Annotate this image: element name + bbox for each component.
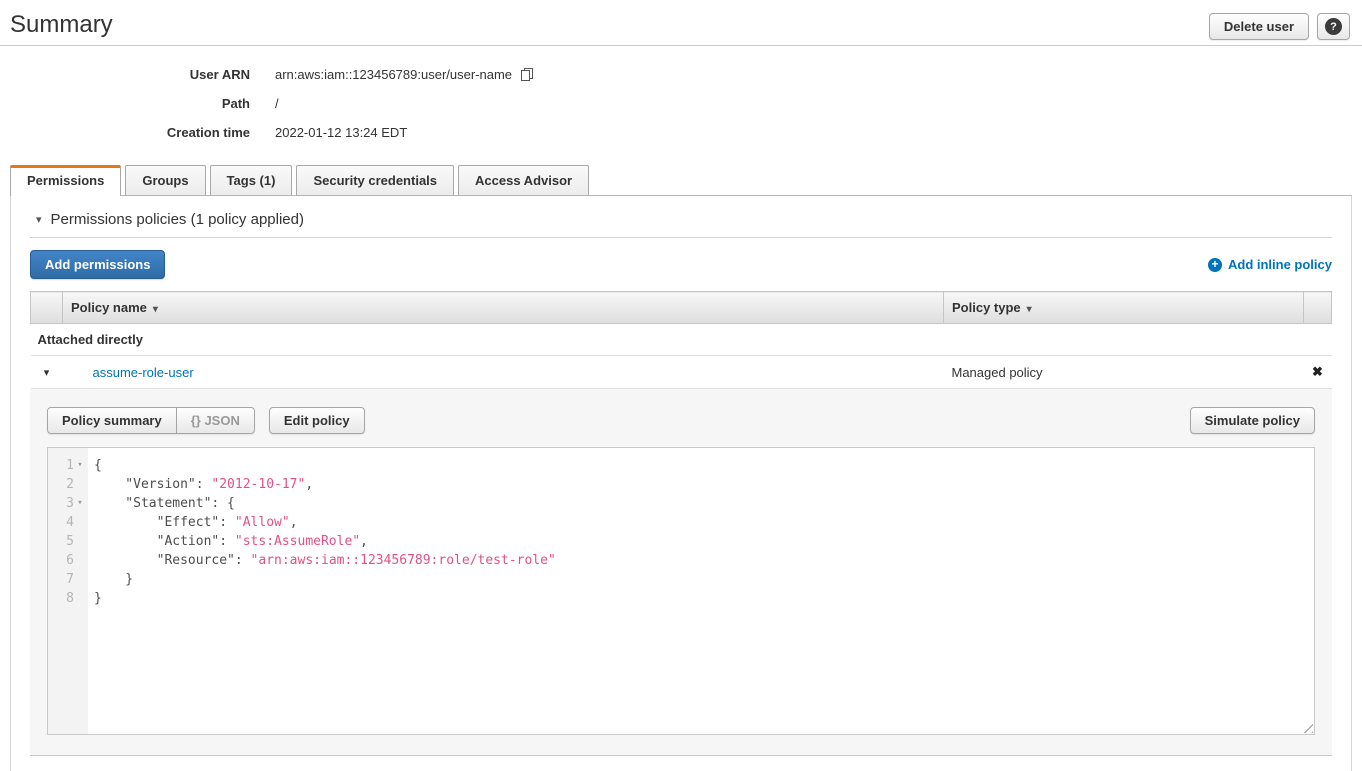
code-line: } [94, 589, 1314, 608]
question-mark-icon: ? [1325, 18, 1342, 35]
line-number: 5 [48, 532, 88, 551]
policy-detail-panel: Policy summary {} JSON Edit policy Simul… [30, 389, 1332, 756]
policy-row: ▾ assume-role-user Managed policy ✖ [31, 356, 1332, 389]
tab-access-advisor[interactable]: Access Advisor [458, 165, 589, 195]
path-label: Path [0, 96, 250, 111]
code-line: } [94, 570, 1314, 589]
line-number: 8 [48, 589, 88, 608]
page-title: Summary [10, 12, 1352, 38]
user-arn-label: User ARN [0, 67, 250, 82]
edit-policy-button[interactable]: Edit policy [269, 407, 365, 434]
tab-permissions[interactable]: Permissions [10, 165, 121, 196]
policy-table-header-row: Policy name ▾ Policy type ▾ [31, 292, 1332, 324]
line-number: 3▾ [48, 494, 88, 513]
json-editor-gutter: 1▾23▾45678 [48, 448, 88, 734]
policy-type-header-label: Policy type [952, 300, 1021, 315]
page-header: Summary Delete user ? [0, 0, 1362, 46]
add-inline-policy-link[interactable]: + Add inline policy [1208, 257, 1332, 272]
line-number: 4 [48, 513, 88, 532]
permissions-policies-title: Permissions policies (1 policy applied) [51, 211, 304, 228]
collapse-caret-icon: ▾ [36, 213, 42, 226]
fold-caret-icon[interactable]: ▾ [74, 494, 86, 513]
sort-caret-icon: ▾ [1027, 304, 1032, 315]
plus-circle-icon: + [1208, 258, 1222, 272]
creation-time-label: Creation time [0, 125, 250, 140]
policy-detail-buttons: Policy summary {} JSON Edit policy Simul… [47, 407, 1315, 434]
path-value: / [275, 96, 279, 111]
user-details: User ARN arn:aws:iam::123456789:user/use… [0, 46, 1362, 151]
line-number: 2 [48, 475, 88, 494]
policy-view-button-group: Policy summary {} JSON [47, 407, 255, 434]
line-number: 7 [48, 570, 88, 589]
json-editor[interactable]: 1▾23▾45678 { "Version": "2012-10-17", "S… [47, 447, 1315, 735]
delete-user-button[interactable]: Delete user [1209, 13, 1309, 40]
policy-type-value: Managed policy [944, 356, 1304, 389]
policy-name-column-header[interactable]: Policy name ▾ [63, 292, 944, 324]
policy-name-header-label: Policy name [71, 300, 147, 315]
tab-bar: Permissions Groups Tags (1) Security cre… [10, 165, 1352, 195]
field-row-user-arn: User ARN arn:aws:iam::123456789:user/use… [0, 62, 1362, 91]
code-line: "Version": "2012-10-17", [94, 475, 1314, 494]
user-arn-value: arn:aws:iam::123456789:user/user-name [275, 67, 535, 82]
tab-tags[interactable]: Tags (1) [210, 165, 293, 195]
json-view-button[interactable]: {} JSON [177, 407, 255, 434]
expand-column-header [31, 292, 63, 324]
policy-table: Policy name ▾ Policy type ▾ Attached direc… [30, 291, 1332, 389]
add-permissions-button[interactable]: Add permissions [30, 250, 165, 279]
policy-name-link[interactable]: assume-role-user [93, 365, 194, 380]
tab-groups[interactable]: Groups [125, 165, 205, 195]
group-header-row: Attached directly [31, 324, 1332, 356]
field-row-path: Path / [0, 91, 1362, 120]
policy-summary-button[interactable]: Policy summary [47, 407, 177, 434]
permissions-policies-section-header[interactable]: ▾ Permissions policies (1 policy applied… [30, 196, 1332, 238]
remove-policy-icon[interactable]: ✖ [1304, 356, 1332, 389]
line-number: 6 [48, 551, 88, 570]
creation-time-value: 2022-01-12 13:24 EDT [275, 125, 407, 140]
attached-directly-label: Attached directly [31, 324, 1332, 356]
help-button[interactable]: ? [1317, 13, 1350, 40]
fold-caret-icon[interactable]: ▾ [74, 456, 86, 475]
tab-security-credentials[interactable]: Security credentials [296, 165, 454, 195]
row-expand-caret-icon[interactable]: ▾ [31, 356, 63, 389]
code-line: { [94, 456, 1314, 475]
copy-icon[interactable] [519, 67, 535, 82]
permissions-tab-panel: ▾ Permissions policies (1 policy applied… [10, 195, 1352, 771]
user-arn-text: arn:aws:iam::123456789:user/user-name [275, 67, 512, 82]
sort-caret-icon: ▾ [153, 304, 158, 315]
simulate-policy-button[interactable]: Simulate policy [1190, 407, 1315, 434]
line-number: 1▾ [48, 456, 88, 475]
field-row-creation-time: Creation time 2022-01-12 13:24 EDT [0, 120, 1362, 149]
code-line: "Resource": "arn:aws:iam::123456789:role… [94, 551, 1314, 570]
code-line: "Action": "sts:AssumeRole", [94, 532, 1314, 551]
header-actions: Delete user ? [1209, 13, 1350, 40]
remove-column-header [1304, 292, 1332, 324]
add-inline-policy-label: Add inline policy [1228, 257, 1332, 272]
policy-type-column-header[interactable]: Policy type ▾ [944, 292, 1304, 324]
policy-actions-row: Add permissions + Add inline policy [30, 250, 1332, 279]
json-editor-content[interactable]: { "Version": "2012-10-17", "Statement": … [88, 448, 1314, 734]
code-line: "Effect": "Allow", [94, 513, 1314, 532]
code-line: "Statement": { [94, 494, 1314, 513]
